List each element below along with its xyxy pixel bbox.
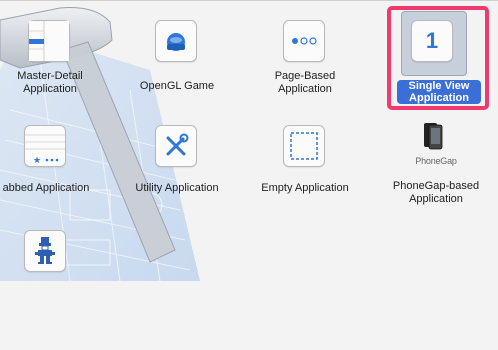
phonegap-logo-text: PhoneGap (415, 156, 457, 166)
template-label: Master-Detail Application (17, 70, 83, 95)
template-opengl-game[interactable]: OpenGL Game (122, 20, 232, 140)
cocos2d-icon (24, 230, 66, 272)
template-utility[interactable]: Utility Application (122, 125, 232, 245)
empty-icon (283, 125, 325, 167)
template-label: OpenGL Game (139, 80, 215, 92)
single-view-icon: 1 (411, 20, 453, 62)
template-label: Utility Application (135, 182, 219, 194)
template-label: Empty Application (261, 182, 349, 194)
template-empty[interactable]: Empty Application (250, 125, 360, 245)
template-phonegap[interactable]: PhoneGap PhoneGap-based Application (381, 120, 491, 240)
svg-text:★: ★ (33, 156, 41, 166)
template-master-detail[interactable]: Master-Detail Application (0, 20, 105, 140)
opengl-game-icon (155, 20, 197, 62)
template-label: abbed Application (2, 182, 90, 194)
template-cocos2d[interactable] (0, 230, 101, 350)
phonegap-icon (421, 122, 445, 150)
template-label: PhoneGap-based Application (392, 180, 480, 205)
template-label: Page-Based Application (274, 70, 336, 95)
template-tabbed[interactable]: ★ abbed Application (0, 125, 101, 245)
master-detail-icon (28, 20, 70, 62)
page-based-icon (283, 20, 325, 62)
template-page-based[interactable]: Page-Based Application (250, 20, 360, 140)
tabbed-icon: ★ (24, 125, 66, 167)
utility-icon (155, 125, 197, 167)
template-label-selected: Single View Application (397, 80, 481, 104)
